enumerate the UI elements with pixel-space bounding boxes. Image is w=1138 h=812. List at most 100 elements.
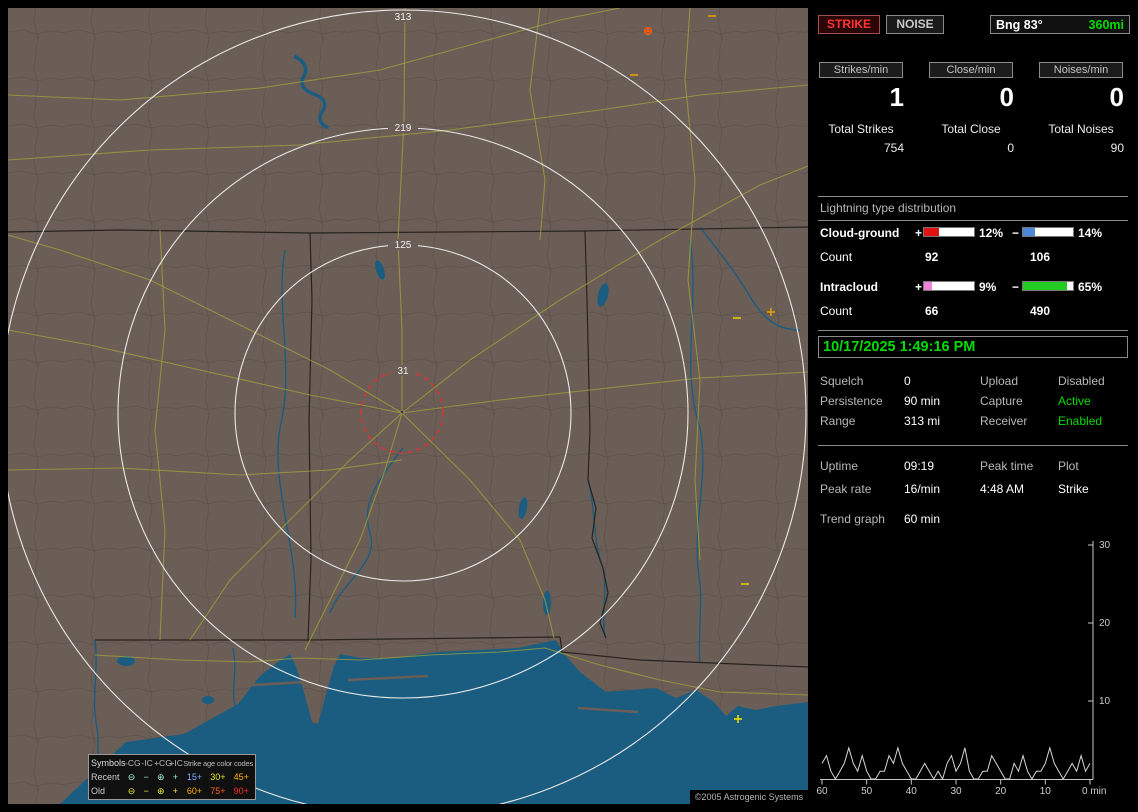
map-area[interactable]: 313 219 125 31 Symbols -CG -IC +CG +I <box>8 8 808 804</box>
legend-old-row: Old ⊖ − ⊕ + 60+ 75+ 90+ <box>91 784 253 798</box>
x-tick-label: 0 min <box>1082 786 1106 797</box>
x-tick-label: 50 <box>861 786 873 797</box>
bearing-value: Bng 83° <box>996 18 1043 32</box>
plus-sign: + <box>915 226 922 240</box>
cloud-ground-count-row: Count 92 106 <box>818 250 1130 264</box>
strike-button[interactable]: STRIKE <box>818 15 880 34</box>
legend-col-neg-ic: -IC <box>140 758 154 768</box>
ic-positive-percent: 9% <box>979 280 996 294</box>
minus-sign: − <box>1012 280 1019 294</box>
total-noises-value: 90 <box>1038 141 1128 155</box>
x-tick-label: 40 <box>906 786 918 797</box>
ic-negative-bar <box>1022 281 1074 291</box>
total-close-label: Total Close <box>928 122 1014 136</box>
divider <box>818 196 1128 197</box>
cg-negative-bar <box>1022 227 1074 237</box>
status-panel: STRIKE NOISE Bng 83° 360mi Strikes/min 1… <box>816 0 1138 812</box>
y-tick-label: 30 <box>1099 540 1111 551</box>
strike-symbol-circle-plus <box>644 27 652 35</box>
legend-col-neg-cg: -CG <box>125 758 140 768</box>
ring-label-125: 125 <box>388 239 418 251</box>
cg-positive-percent: 12% <box>979 226 1003 240</box>
trend-line <box>822 748 1090 779</box>
plot-label: Plot <box>1058 459 1079 473</box>
cg-negative-percent: 14% <box>1078 226 1102 240</box>
ic-negative-bar-fill <box>1023 282 1067 290</box>
intracloud-label: Intracloud <box>820 280 878 294</box>
x-tick-label: 10 <box>1040 786 1052 797</box>
map-legend: Symbols -CG -IC +CG +IC Strike age color… <box>88 754 256 800</box>
trend-graph-row: Trend graph 60 min <box>818 512 1130 527</box>
legend-header-row: Symbols -CG -IC +CG +IC Strike age color… <box>91 756 253 770</box>
uptime-label: Uptime <box>820 459 858 473</box>
cg-positive-bar <box>923 227 975 237</box>
y-tick-label: 10 <box>1099 696 1111 707</box>
pos-cg-icon: ⊕ <box>153 786 168 797</box>
noises-per-min-value: 0 <box>1038 82 1126 113</box>
x-tick-label: 60 <box>816 786 828 797</box>
capture-status: Active <box>1058 394 1091 408</box>
persistence-label: Persistence <box>820 394 883 408</box>
strikes-stat-column: Strikes/min 1 Total Strikes 754 <box>818 62 914 155</box>
strikes-per-min-value: 1 <box>818 82 906 113</box>
ring-label-text: 125 <box>395 240 412 251</box>
peak-rate-label: Peak rate <box>820 482 871 496</box>
neg-ic-icon: − <box>139 772 154 782</box>
receiver-status: Enabled <box>1058 414 1102 428</box>
cloud-ground-row: Cloud-ground + 12% − 14% <box>818 226 1130 240</box>
persistence-value: 90 min <box>904 394 940 408</box>
cg-positive-count: 92 <box>925 250 938 264</box>
close-per-min-header: Close/min <box>929 62 1013 78</box>
cg-negative-bar-fill <box>1023 228 1035 236</box>
y-tick-label: 20 <box>1099 618 1111 629</box>
upload-label: Upload <box>980 374 1018 388</box>
plot-mode-value: Strike <box>1058 482 1089 496</box>
noises-stat-column: Noises/min 0 Total Noises 90 <box>1038 62 1134 155</box>
total-close-value: 0 <box>928 141 1018 155</box>
neg-cg-icon: ⊖ <box>124 786 139 797</box>
ring-label-313: 313 <box>388 11 418 23</box>
receiver-label: Receiver <box>980 414 1027 428</box>
intracloud-row: Intracloud + 9% − 65% <box>818 280 1130 294</box>
range-label: Range <box>820 414 855 428</box>
capture-label: Capture <box>980 394 1023 408</box>
trend-graph-label: Trend graph <box>820 512 885 526</box>
receiver-location-dot <box>400 410 403 413</box>
legend-col-pos-ic: +IC <box>169 758 183 768</box>
total-noises-label: Total Noises <box>1038 122 1124 136</box>
age-90: 90+ <box>230 786 253 796</box>
noise-button[interactable]: NOISE <box>886 15 944 34</box>
lightning-map[interactable]: 313 219 125 31 <box>8 8 808 804</box>
lake <box>202 696 214 704</box>
noises-per-min-header: Noises/min <box>1039 62 1123 78</box>
lake <box>543 591 551 615</box>
strikes-per-min-header: Strikes/min <box>819 62 903 78</box>
range-row: Range 313 mi Receiver Enabled <box>818 414 1130 429</box>
intracloud-count-row: Count 66 490 <box>818 304 1130 318</box>
close-stat-column: Close/min 0 Total Close 0 <box>928 62 1024 155</box>
x-tick-label: 30 <box>950 786 962 797</box>
peak-time-label: Peak time <box>980 459 1033 473</box>
ic-positive-count: 66 <box>925 304 938 318</box>
ring-label-text: 31 <box>397 366 409 377</box>
divider <box>818 330 1128 331</box>
legend-col-pos-cg: +CG <box>154 758 169 768</box>
legend-symbols-title: Symbols <box>91 758 125 768</box>
plus-sign: + <box>915 280 922 294</box>
uptime-row: Uptime 09:19 Peak time Plot <box>818 459 1130 474</box>
peak-time-value: 4:48 AM <box>980 482 1024 496</box>
persistence-row: Persistence 90 min Capture Active <box>818 394 1130 409</box>
strike-trend-chart: 30 20 10 60 50 40 30 20 10 0 min <box>816 535 1138 805</box>
legend-recent-row: Recent ⊖ − ⊕ + 15+ 30+ 45+ <box>91 770 253 784</box>
neg-ic-icon: − <box>139 786 154 796</box>
ic-negative-percent: 65% <box>1078 280 1102 294</box>
pos-ic-icon: + <box>168 772 183 782</box>
trend-window-value: 60 min <box>904 512 940 526</box>
ic-negative-count: 490 <box>1030 304 1050 318</box>
peak-rate-value: 16/min <box>904 482 940 496</box>
x-tick-label: 20 <box>995 786 1007 797</box>
cg-negative-count: 106 <box>1030 250 1050 264</box>
divider <box>818 445 1128 446</box>
count-label: Count <box>820 304 852 318</box>
bearing-range-display: Bng 83° 360mi <box>990 15 1130 34</box>
